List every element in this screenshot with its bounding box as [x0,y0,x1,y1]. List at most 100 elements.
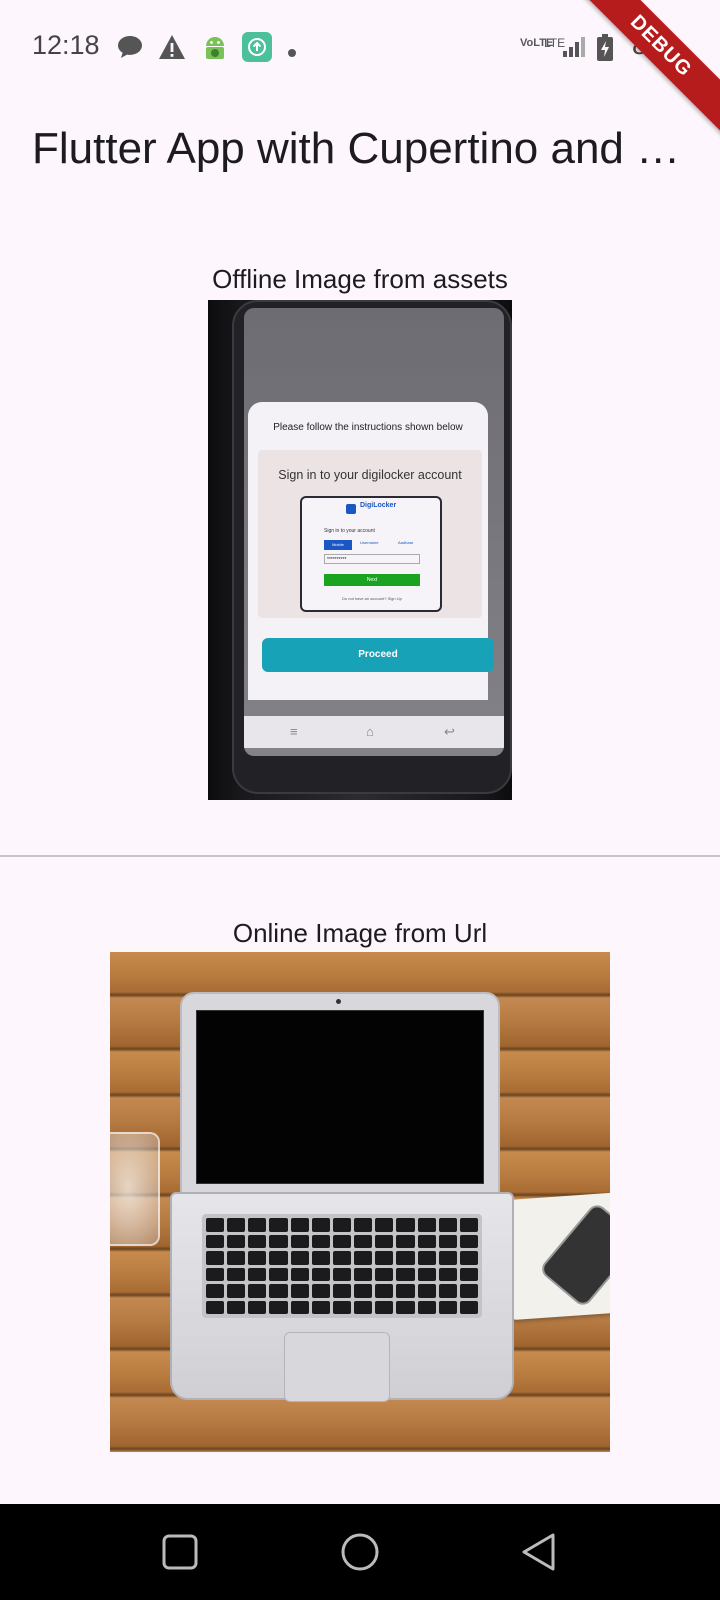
keyboard-key [354,1234,373,1248]
keyboard-key [269,1234,288,1248]
home-icon: ⌂ [366,724,374,739]
proceed-button: Proceed [262,638,494,672]
keyboard-key [332,1300,352,1314]
battery-charging-icon [596,34,614,67]
keyboard-key [459,1218,478,1232]
keyboard-key [438,1300,457,1314]
keyboard-key [248,1300,267,1314]
warning-icon [158,34,186,65]
chat-bubble-icon [116,34,144,65]
home-circle-icon[interactable] [340,1532,380,1577]
keyboard-key [269,1218,288,1232]
laptop-screen [196,1010,484,1184]
tab-username: Username [360,540,379,545]
keyboard-key [290,1267,309,1281]
keyboard-key [248,1251,267,1265]
back-triangle-icon[interactable] [520,1532,558,1577]
keyboard-key [375,1251,394,1265]
keyboard-key [269,1284,288,1298]
keyboard-key [417,1267,436,1281]
keyboard-key [375,1300,394,1314]
keyboard-key [227,1300,246,1314]
keyboard-key [227,1267,246,1281]
keyboard-key [311,1267,330,1281]
keyboard-key [332,1267,352,1281]
signin-label: Sign in to your account [324,528,375,534]
signal-icon [562,36,586,63]
keyboard-key [354,1251,373,1265]
tab-aadhaar: Aadhaar [398,540,414,545]
recents-square-icon[interactable] [162,1534,198,1575]
laptop-base [170,1192,514,1402]
keyboard-key [354,1267,373,1281]
keyboard-key [396,1234,415,1248]
keyboard-key [248,1218,267,1232]
water-glass [110,1132,160,1246]
section-divider [0,855,720,857]
keyboard-key [417,1284,436,1298]
keyboard-key [227,1251,246,1265]
keyboard-key [248,1234,267,1248]
keyboard-key [206,1284,225,1298]
keyboard-key [206,1300,225,1314]
keyboard-key [311,1300,330,1314]
keyboard-key [269,1267,288,1281]
digilocker-logo-icon [346,504,356,514]
keyboard-key [311,1284,330,1298]
keyboard-key [459,1267,478,1281]
keyboard-key [438,1284,457,1298]
page-title: Flutter App with Cupertino and Material … [32,124,682,173]
phone-screen: Please follow the instructions shown bel… [244,308,504,756]
keyboard-key [459,1300,478,1314]
keyboard-key [248,1284,267,1298]
masked-input: ********** [324,554,420,564]
instructions-modal: Please follow the instructions shown bel… [248,402,494,700]
keyboard-key [227,1218,246,1232]
back-icon: ↩ [444,724,455,739]
keyboard-key [375,1234,394,1248]
signup-footer: Do not have an account? Sign Up [342,596,402,601]
keyboard-key [354,1284,373,1298]
keyboard-key [206,1251,225,1265]
keyboard-key [417,1251,436,1265]
next-button: Next [324,574,420,586]
modal-title: Please follow the instructions shown bel… [273,422,463,433]
keyboard-key [459,1251,478,1265]
online-url-image [110,952,610,1452]
modal-card: Sign in to your digilocker account DigiL… [258,450,482,618]
dot-icon [288,44,296,62]
keyboard-key [396,1251,415,1265]
keyboard-key [290,1218,309,1232]
keyboard-key [417,1218,436,1232]
upload-app-icon [242,32,272,67]
keyboard-key [206,1267,225,1281]
keyboard-key [206,1218,225,1232]
keyboard-key [332,1234,352,1248]
keyboard-key [290,1300,309,1314]
digilocker-preview: DigiLocker Sign in to your account Mobil… [300,496,442,612]
keyboard-key [269,1300,288,1314]
keyboard-key [269,1251,288,1265]
online-image-caption: Online Image from Url [232,918,488,948]
keyboard-key [438,1267,457,1281]
app-bar: Flutter App with Cupertino and Material … [0,96,720,208]
keyboard [202,1214,482,1318]
keyboard-key [417,1234,436,1248]
keyboard-key [206,1234,225,1248]
keyboard-key [375,1267,394,1281]
keyboard-key [311,1251,330,1265]
keyboard-key [396,1267,415,1281]
keyboard-key [227,1284,246,1298]
webcam [336,999,341,1004]
photo-nav-strip: ≡ ⌂ ↩ [244,716,504,748]
keyboard-key [290,1234,309,1248]
keyboard-key [332,1284,352,1298]
android-icon [202,34,228,67]
keyboard-key [354,1218,373,1232]
keyboard-key [248,1267,267,1281]
card-title: Sign in to your digilocker account [278,468,462,482]
keyboard-key [375,1218,394,1232]
keyboard-key [311,1218,330,1232]
keyboard-key [459,1234,478,1248]
keyboard-key [438,1234,457,1248]
